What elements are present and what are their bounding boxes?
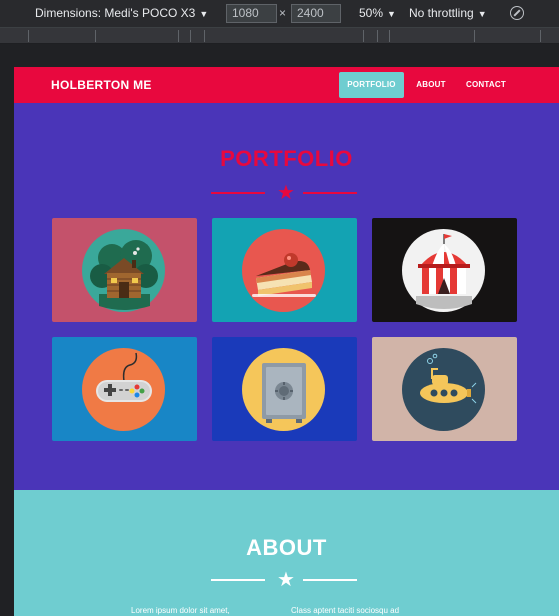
emulated-viewport: HOLBERTON ME PORTFOLIO ABOUT CONTACT POR…: [14, 67, 559, 616]
divider-line: [211, 192, 265, 194]
ruler-tick: [540, 30, 541, 42]
portfolio-item-safe[interactable]: [212, 337, 357, 441]
portfolio-title: PORTFOLIO: [220, 146, 353, 171]
about-text-right: Class aptent taciti sociosqu ad: [291, 606, 400, 615]
device-label: Dimensions: Medi's POCO X3: [35, 6, 196, 20]
ruler-tick: [389, 30, 390, 42]
star-icon: ★: [277, 569, 295, 591]
portfolio-section: PORTFOLIO ★: [14, 103, 559, 490]
portfolio-item-circus[interactable]: [372, 218, 517, 322]
nav-link-about[interactable]: ABOUT: [412, 72, 450, 98]
safe-icon: [262, 363, 306, 423]
ruler-tick: [363, 30, 364, 42]
device-selector[interactable]: Dimensions: Medi's POCO X3 ▼: [35, 0, 208, 27]
height-input[interactable]: 2400: [291, 4, 341, 23]
chevron-down-icon: ▼: [387, 9, 396, 19]
zoom-label: 50%: [359, 6, 384, 20]
site-brand[interactable]: HOLBERTON ME: [51, 67, 152, 103]
portfolio-item-submarine[interactable]: [372, 337, 517, 441]
ruler-tick: [204, 30, 205, 42]
portfolio-item-cabin[interactable]: [52, 218, 197, 322]
rotate-icon[interactable]: [510, 6, 524, 20]
nav-link-contact[interactable]: CONTACT: [462, 72, 510, 98]
chevron-down-icon: ▼: [199, 9, 209, 19]
zoom-selector[interactable]: 50% ▼: [359, 0, 396, 27]
nav-link-portfolio[interactable]: PORTFOLIO: [339, 72, 404, 98]
about-divider: ★: [14, 570, 559, 590]
divider-line: [303, 579, 357, 581]
ruler-tick: [95, 30, 96, 42]
times-sign: ×: [279, 6, 287, 20]
throttle-selector[interactable]: No throttling ▼: [409, 0, 487, 27]
ruler-tick: [178, 30, 179, 42]
ruler-tick: [474, 30, 475, 42]
circus-tent-icon: [416, 234, 472, 309]
ruler-tick: [377, 30, 378, 42]
game-controller-icon: [96, 352, 152, 402]
ruler-tick: [28, 30, 29, 42]
throttle-label: No throttling: [409, 6, 474, 20]
about-title: ABOUT: [246, 535, 327, 560]
width-input[interactable]: 1080: [226, 4, 277, 23]
ruler-tick: [190, 30, 191, 42]
about-section: ABOUT ★ Lorem ipsum dolor sit amet, Clas…: [14, 490, 559, 616]
portfolio-item-cake[interactable]: [212, 218, 357, 322]
media-query-ruler: [0, 27, 559, 44]
chevron-down-icon: ▼: [477, 9, 487, 19]
cake-slice-icon: [252, 253, 316, 297]
portfolio-item-controller[interactable]: [52, 337, 197, 441]
about-text-left: Lorem ipsum dolor sit amet,: [131, 606, 230, 615]
divider-line: [303, 192, 357, 194]
site-navbar: HOLBERTON ME PORTFOLIO ABOUT CONTACT: [14, 67, 559, 103]
star-icon: ★: [277, 182, 295, 204]
log-cabin-icon: [90, 240, 158, 310]
portfolio-divider: ★: [14, 183, 559, 203]
submarine-icon: [420, 353, 477, 404]
devtools-device-toolbar: Dimensions: Medi's POCO X3 ▼ 1080 × 2400 …: [0, 0, 559, 27]
divider-line: [211, 579, 265, 581]
